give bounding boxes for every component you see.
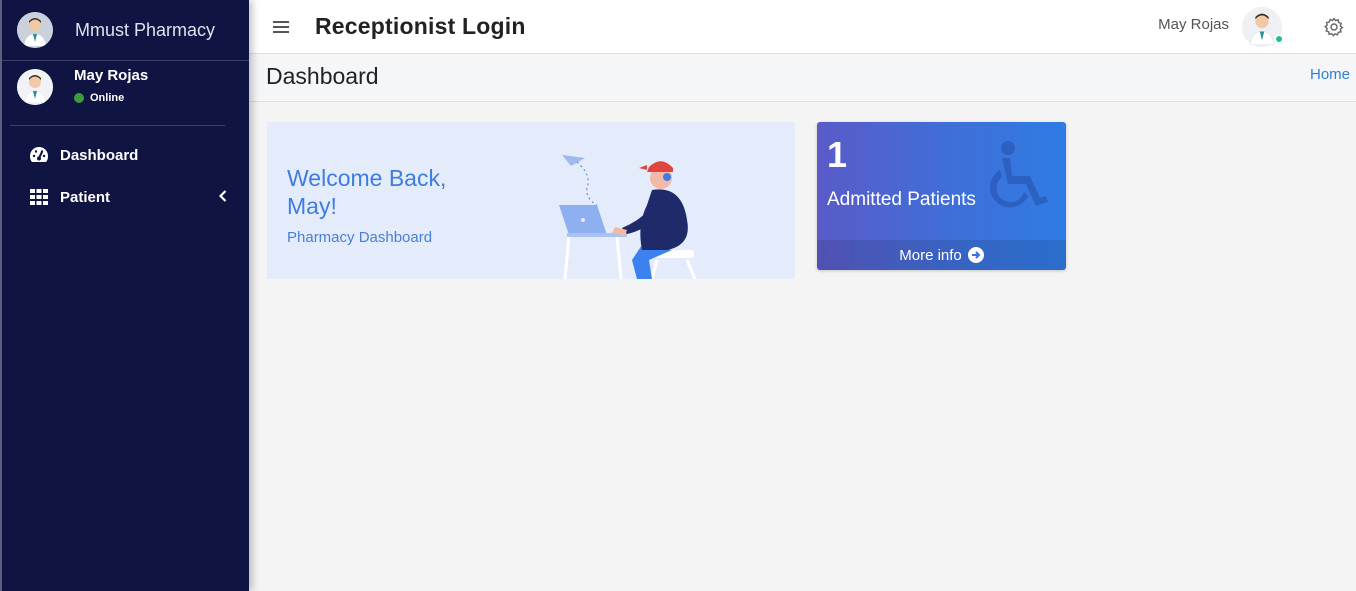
top-navbar: Receptionist Login May Rojas bbox=[249, 0, 1356, 54]
chevron-left-icon[interactable] bbox=[218, 189, 227, 206]
user-name[interactable]: May Rojas bbox=[74, 67, 148, 84]
content-header: Dashboard Home bbox=[249, 55, 1356, 102]
tachometer-icon bbox=[29, 145, 49, 165]
sidebar-divider bbox=[10, 125, 225, 126]
user-panel[interactable]: May Rojas Online bbox=[2, 61, 249, 126]
menu-toggle-icon[interactable] bbox=[273, 18, 289, 36]
top-user-avatar[interactable] bbox=[1242, 7, 1284, 47]
welcome-card: Welcome Back, May! Pharmacy Dashboard bbox=[267, 122, 795, 279]
page-title: Dashboard bbox=[266, 63, 379, 89]
welcome-subheading: Pharmacy Dashboard bbox=[287, 229, 433, 246]
welcome-heading: Welcome Back, May! bbox=[287, 165, 447, 219]
more-info-label: More info bbox=[899, 246, 962, 264]
brand-logo bbox=[17, 12, 53, 48]
grid-icon bbox=[29, 187, 49, 207]
top-user-name[interactable]: May Rojas bbox=[1158, 16, 1229, 33]
user-avatar bbox=[17, 69, 53, 105]
person-at-laptop-illustration bbox=[559, 155, 697, 279]
more-info-link[interactable]: More info bbox=[817, 240, 1066, 270]
user-status-label: Online bbox=[90, 92, 125, 104]
sidebar-nav: Dashboard Patient bbox=[2, 134, 249, 218]
sidebar-item-dashboard-label: Dashboard bbox=[60, 146, 139, 164]
gear-icon[interactable] bbox=[1324, 17, 1344, 37]
sidebar-item-patient[interactable]: Patient bbox=[2, 176, 249, 218]
brand-link[interactable]: Mmust Pharmacy bbox=[2, 0, 249, 61]
arrow-circle-right-icon bbox=[967, 247, 984, 263]
admitted-patients-box: 1 Admitted Patients More info bbox=[817, 122, 1066, 270]
sidebar: Mmust Pharmacy May Rojas Online Dashboar… bbox=[0, 0, 249, 591]
online-dot-icon bbox=[74, 93, 84, 103]
breadcrumb-home[interactable]: Home bbox=[1310, 66, 1350, 83]
admitted-patients-count: 1 bbox=[827, 134, 848, 175]
sidebar-item-dashboard[interactable]: Dashboard bbox=[2, 134, 249, 176]
online-indicator-icon bbox=[1274, 34, 1284, 44]
user-status: Online bbox=[74, 92, 148, 104]
sidebar-item-patient-label: Patient bbox=[60, 188, 111, 206]
brand-text: Mmust Pharmacy bbox=[75, 19, 216, 40]
app-title: Receptionist Login bbox=[315, 13, 526, 39]
admitted-patients-label: Admitted Patients bbox=[827, 189, 976, 210]
wheelchair-icon bbox=[989, 141, 1048, 208]
